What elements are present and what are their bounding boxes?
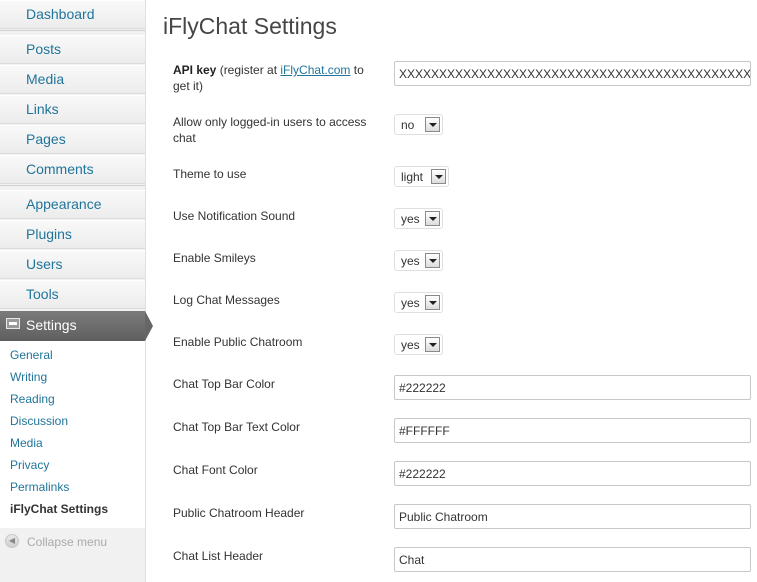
settings-icon [6,318,20,329]
menu-item-links[interactable]: Links [0,95,145,124]
public-chatroom-label: Enable Public Chatroom [173,335,303,349]
log-chat-select[interactable]: yes [394,292,443,313]
menu-separator [0,30,145,31]
submenu-item-reading[interactable]: Reading [10,392,55,406]
iflychat-link[interactable]: iFlyChat.com [280,63,350,77]
chat-list-header-input[interactable] [394,547,751,572]
font-color-input[interactable] [394,461,751,486]
notification-sound-select[interactable]: yes [394,208,443,229]
chevron-down-icon[interactable] [425,253,440,268]
collapse-menu-label: Collapse menu [27,535,108,549]
menu-label: Posts [26,41,62,57]
submenu-item-general[interactable]: General [10,348,53,362]
chat-list-header-label: Chat List Header [173,549,264,563]
public-chatroom-header-input[interactable] [394,504,751,529]
menu-separator [0,185,145,186]
menu-item-tools[interactable]: Tools [0,280,145,309]
smileys-select[interactable]: yes [394,250,443,271]
menu-label: Settings [26,317,77,333]
menu-label: Users [26,256,63,272]
theme-select[interactable]: light [394,166,449,187]
menu-label: Appearance [26,196,102,212]
submenu-item-permalinks[interactable]: Permalinks [10,480,69,494]
notification-sound-label: Use Notification Sound [173,209,296,223]
top-bar-text-color-label: Chat Top Bar Text Color [173,420,300,434]
menu-item-plugins[interactable]: Plugins [0,220,145,249]
chevron-down-icon[interactable] [431,169,446,184]
menu-item-dashboard[interactable]: Dashboard [0,0,145,29]
theme-label: Theme to use [173,167,247,181]
logged-in-only-select[interactable]: no [394,114,443,135]
log-chat-label: Log Chat Messages [173,293,280,307]
select-value: no [401,118,415,132]
api-key-label: API key (register at iFlyChat.com to get… [173,62,383,94]
submenu-item-iflychat-settings[interactable]: iFlyChat Settings [10,502,108,516]
smileys-label: Enable Smileys [173,251,256,265]
chevron-down-icon[interactable] [425,211,440,226]
page-title: iFlyChat Settings [163,13,337,39]
chevron-down-icon[interactable] [425,117,440,132]
menu-item-pages[interactable]: Pages [0,125,145,154]
logged-in-only-label: Allow only logged-in users to access cha… [173,115,367,145]
menu-label: Comments [26,161,94,177]
menu-label: Tools [26,286,59,302]
font-color-label: Chat Font Color [173,463,258,477]
submenu-item-discussion[interactable]: Discussion [10,414,68,428]
top-bar-color-input[interactable] [394,375,751,400]
menu-item-comments[interactable]: Comments [0,155,145,184]
menu-item-media[interactable]: Media [0,65,145,94]
select-value: yes [401,254,420,268]
settings-submenu: General Writing Reading Discussion Media… [0,341,145,528]
chevron-down-icon[interactable] [425,337,440,352]
menu-label: Links [26,101,59,117]
select-value: yes [401,296,420,310]
top-bar-text-color-input[interactable] [394,418,751,443]
menu-item-users[interactable]: Users [0,250,145,279]
select-value: yes [401,212,420,226]
top-bar-color-label: Chat Top Bar Color [173,377,275,391]
api-key-label-pre: (register at [216,63,281,77]
menu-label: Pages [26,131,66,147]
menu-item-appearance[interactable]: Appearance [0,190,145,219]
public-chatroom-select[interactable]: yes [394,334,443,355]
api-key-input[interactable] [394,61,751,86]
submenu-item-writing[interactable]: Writing [10,370,47,384]
submenu-item-privacy[interactable]: Privacy [10,458,49,472]
api-key-label-strong: API key [173,63,217,77]
admin-sidebar: Dashboard Posts Media Links Pages Commen… [0,0,146,582]
menu-item-settings[interactable]: Settings [0,311,145,341]
collapse-menu-button[interactable]: ◀ Collapse menu [0,528,145,554]
menu-label: Plugins [26,226,72,242]
submenu-item-media[interactable]: Media [10,436,43,450]
menu-label: Media [26,71,65,87]
menu-item-posts[interactable]: Posts [0,35,145,64]
active-menu-pointer [145,311,153,341]
public-chatroom-header-label: Public Chatroom Header [173,506,305,520]
chevron-down-icon[interactable] [425,295,440,310]
collapse-arrow-icon: ◀ [5,534,19,548]
select-value: yes [401,338,420,352]
select-value: light [401,170,424,184]
menu-label: Dashboard [26,6,95,22]
